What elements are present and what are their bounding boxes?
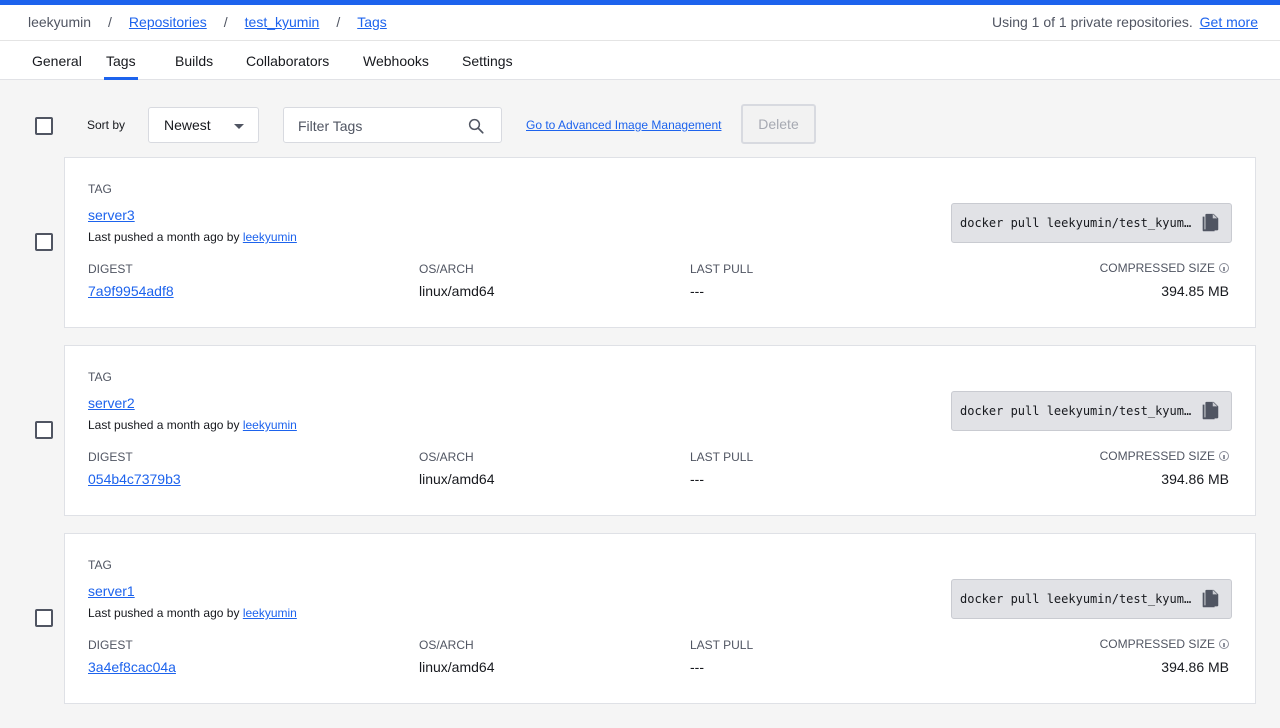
pusher-link[interactable]: leekyumin <box>243 418 297 432</box>
info-icon[interactable] <box>1219 263 1229 273</box>
os-arch-label: OS/ARCH <box>419 262 474 276</box>
info-icon[interactable] <box>1219 451 1229 461</box>
compressed-size-label-text: COMPRESSED SIZE <box>1099 449 1215 463</box>
tag-card: TAG server3 Last pushed a month ago by l… <box>64 157 1256 328</box>
last-pull-label: LAST PULL <box>690 262 754 276</box>
sort-dropdown[interactable]: Newest <box>148 107 259 143</box>
pushed-prefix: Last pushed <box>88 418 154 432</box>
tag-label: TAG <box>88 558 112 572</box>
compressed-size-value: 394.86 MB <box>1161 471 1229 487</box>
pull-command-text: docker pull leekyumin/test_kyumin:server… <box>960 216 1198 230</box>
private-repo-usage: Using 1 of 1 private repositories. Get m… <box>992 14 1258 30</box>
tab-builds[interactable]: Builds <box>175 53 213 80</box>
tag-card: TAG server2 Last pushed a month ago by l… <box>64 345 1256 516</box>
chevron-down-icon <box>234 124 244 129</box>
copy-icon[interactable] <box>1199 400 1221 422</box>
pusher-link[interactable]: leekyumin <box>243 606 297 620</box>
docker-pull-command: docker pull leekyumin/test_kyumin:server… <box>951 579 1232 619</box>
os-arch-label: OS/ARCH <box>419 450 474 464</box>
tab-general[interactable]: General <box>32 53 82 80</box>
last-pull-value: --- <box>690 471 704 487</box>
filter-tags-field[interactable] <box>283 107 502 143</box>
copy-icon[interactable] <box>1199 212 1221 234</box>
pushed-when: a month ago <box>156 606 224 620</box>
compressed-size-label: COMPRESSED SIZE <box>1100 449 1229 463</box>
tab-collaborators[interactable]: Collaborators <box>246 53 329 80</box>
digest-link[interactable]: 054b4c7379b3 <box>88 471 181 487</box>
pushed-by: by <box>226 606 240 620</box>
tags-toolbar: Sort by Newest Go to Advanced Image Mana… <box>0 104 1280 144</box>
docker-pull-command: docker pull leekyumin/test_kyumin:server… <box>951 391 1232 431</box>
digest-link[interactable]: 7a9f9954adf8 <box>88 283 174 299</box>
tag-row-checkbox[interactable] <box>35 233 53 251</box>
get-more-link[interactable]: Get more <box>1200 14 1258 30</box>
compressed-size-value: 394.86 MB <box>1161 659 1229 675</box>
delete-button[interactable]: Delete <box>741 104 816 144</box>
tag-name-link[interactable]: server2 <box>88 395 135 411</box>
sort-value: Newest <box>164 117 211 133</box>
os-arch-value: linux/amd64 <box>419 471 495 487</box>
compressed-size-label-text: COMPRESSED SIZE <box>1099 637 1215 651</box>
digest-link[interactable]: 3a4ef8cac04a <box>88 659 176 675</box>
pushed-by: by <box>226 418 240 432</box>
digest-label: DIGEST <box>88 262 133 276</box>
pushed-by: by <box>226 230 240 244</box>
compressed-size-label: COMPRESSED SIZE <box>1100 637 1229 651</box>
last-pull-value: --- <box>690 283 704 299</box>
last-pull-label: LAST PULL <box>690 450 754 464</box>
select-all-checkbox[interactable] <box>35 117 53 135</box>
tab-tags[interactable]: Tags <box>104 53 138 80</box>
pushed-when: a month ago <box>156 418 224 432</box>
sort-by-label: Sort by <box>87 118 126 132</box>
pushed-prefix: Last pushed <box>88 606 154 620</box>
pull-command-text: docker pull leekyumin/test_kyumin:server… <box>960 592 1198 606</box>
breadcrumb-tags-link[interactable]: Tags <box>357 14 387 30</box>
digest-label: DIGEST <box>88 450 133 464</box>
compressed-size-value: 394.85 MB <box>1161 283 1229 299</box>
tag-row-checkbox[interactable] <box>35 609 53 627</box>
os-arch-value: linux/amd64 <box>419 283 495 299</box>
last-pushed-text: Last pushed a month ago by leekyumin <box>88 230 297 244</box>
breadcrumb: leekyumin / Repositories / test_kyumin /… <box>28 14 387 30</box>
filter-tags-input[interactable] <box>298 116 458 136</box>
breadcrumb-repo-link[interactable]: test_kyumin <box>245 14 320 30</box>
repo-tabs: General Tags Builds Collaborators Webhoo… <box>0 41 1280 80</box>
compressed-size-label-text: COMPRESSED SIZE <box>1099 261 1215 275</box>
tab-webhooks[interactable]: Webhooks <box>363 53 429 80</box>
os-arch-label: OS/ARCH <box>419 638 474 652</box>
info-icon[interactable] <box>1219 639 1229 649</box>
pushed-prefix: Last pushed <box>88 230 154 244</box>
search-icon[interactable] <box>467 117 485 135</box>
pushed-when: a month ago <box>156 230 224 244</box>
copy-icon[interactable] <box>1199 588 1221 610</box>
tag-name-link[interactable]: server3 <box>88 207 135 223</box>
breadcrumb-user: leekyumin <box>28 14 92 30</box>
header-bar: leekyumin / Repositories / test_kyumin /… <box>0 5 1280 41</box>
tag-card: TAG server1 Last pushed a month ago by l… <box>64 533 1256 704</box>
breadcrumb-separator: / <box>336 14 341 30</box>
breadcrumb-separator: / <box>108 14 112 30</box>
tab-settings[interactable]: Settings <box>462 53 513 80</box>
tag-name-link[interactable]: server1 <box>88 583 135 599</box>
advanced-image-management-link[interactable]: Go to Advanced Image Management <box>526 118 721 132</box>
last-pull-label: LAST PULL <box>690 638 754 652</box>
os-arch-value: linux/amd64 <box>419 659 495 675</box>
pusher-link[interactable]: leekyumin <box>243 230 297 244</box>
tag-label: TAG <box>88 370 112 384</box>
last-pushed-text: Last pushed a month ago by leekyumin <box>88 606 297 620</box>
tag-label: TAG <box>88 182 112 196</box>
breadcrumb-repositories-link[interactable]: Repositories <box>129 14 207 30</box>
compressed-size-label: COMPRESSED SIZE <box>1100 261 1229 275</box>
digest-label: DIGEST <box>88 638 133 652</box>
last-pull-value: --- <box>690 659 704 675</box>
usage-text: Using 1 of 1 private repositories. <box>991 14 1193 30</box>
breadcrumb-separator: / <box>223 14 228 30</box>
pull-command-text: docker pull leekyumin/test_kyumin:server… <box>960 404 1198 418</box>
docker-pull-command: docker pull leekyumin/test_kyumin:server… <box>951 203 1232 243</box>
last-pushed-text: Last pushed a month ago by leekyumin <box>88 418 297 432</box>
tag-row-checkbox[interactable] <box>35 421 53 439</box>
